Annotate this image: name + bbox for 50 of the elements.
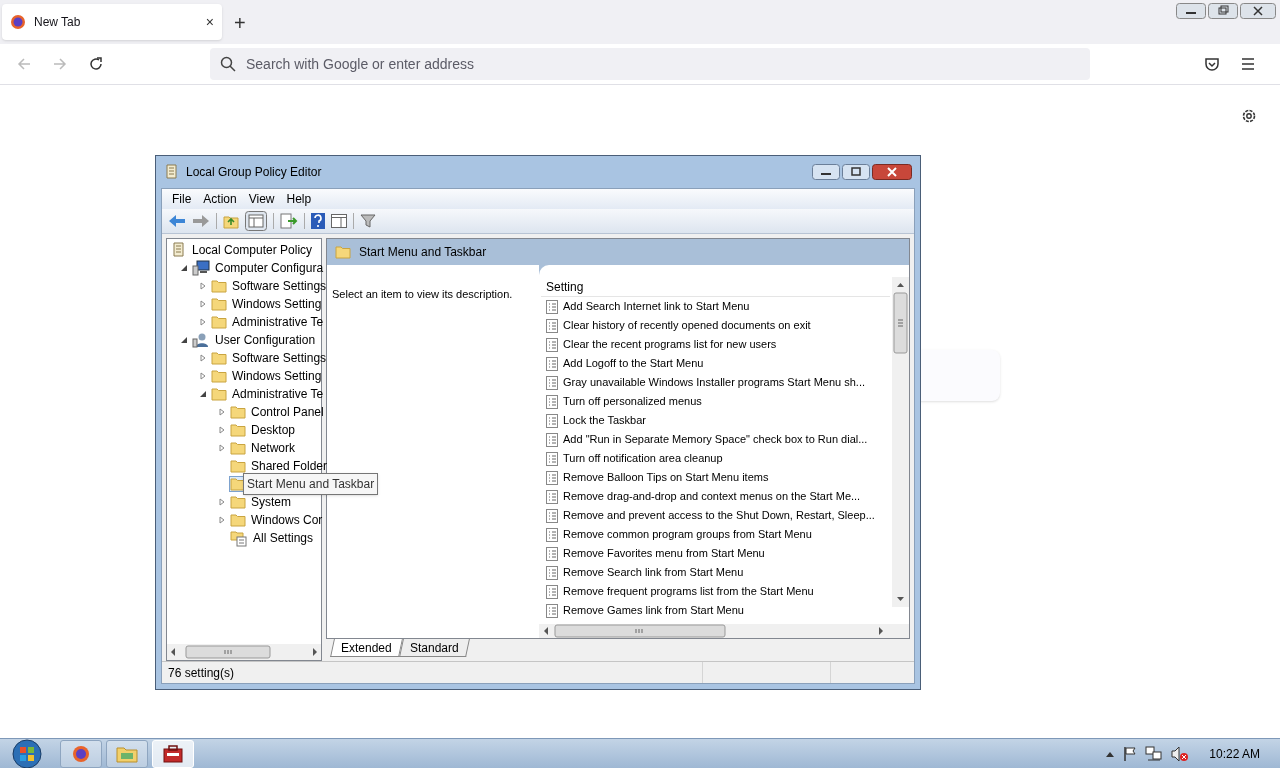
description-text: Select an item to view its description. [332,288,513,300]
menu-item[interactable]: File [166,190,198,208]
window-title: Local Group Policy Editor [186,164,322,181]
status-text: 76 setting(s) [167,664,236,682]
setting-name[interactable]: Remove frequent programs list from the Start Menu [563,583,814,600]
address-bar[interactable]: Search with Google or enter address [210,48,1090,80]
new-tab-button[interactable]: + [234,8,246,38]
pane-title: Start Menu and Taskbar [359,244,487,261]
setting-name[interactable]: Remove Favorites menu from Start Menu [563,545,765,562]
tree-item[interactable]: Administrative Te [231,385,325,403]
setting-name[interactable]: Remove Games link from Start Menu [563,602,744,619]
tree-item[interactable]: Windows Cor [250,511,324,529]
tree-item[interactable]: System [250,493,292,511]
setting-name[interactable]: Clear history of recently opened documents on exit [563,317,811,334]
menu-item[interactable]: Help [280,190,318,208]
setting-name[interactable]: Turn off notification area cleanup [563,450,723,467]
setting-name[interactable]: Remove Search link from Start Menu [563,564,744,581]
tree-item[interactable]: Computer Configura [214,259,325,277]
tree-item[interactable]: User Configuration [214,331,317,349]
close-tab-icon[interactable]: × [205,11,214,33]
menu-item[interactable]: View [242,190,281,208]
tree-item[interactable]: Desktop [250,421,297,439]
tree-item[interactable]: Local Computer Policy [191,241,314,259]
browser-tab[interactable]: New Tab × [2,4,222,40]
setting-name[interactable]: Add Search Internet link to Start Menu [563,298,750,315]
tree-item[interactable]: Shared Folder [250,457,329,475]
menu-item[interactable]: Action [197,190,243,208]
view-tab[interactable]: Extended [330,639,403,657]
tree-item[interactable]: Windows Setting [231,367,323,385]
setting-name[interactable]: Remove and prevent access to the Shut Down, Restart, Sleep... [563,507,875,524]
setting-name[interactable]: Remove common program groups from Start Menu [563,526,812,543]
tree-item[interactable]: Control Panel [250,403,325,421]
tree-item[interactable]: Administrative Te [231,313,325,331]
setting-name[interactable]: Clear the recent programs list for new users [563,336,777,353]
setting-name[interactable]: Remove drag-and-drop and context menus on the Start Me... [563,488,861,505]
setting-name[interactable]: Add "Run in Separate Memory Space" check box to Run dial... [563,431,868,448]
setting-name[interactable]: Remove Balloon Tips on Start Menu items [563,469,769,486]
tree-item[interactable]: Windows Setting [231,295,323,313]
tree-item[interactable]: Software Settings [231,277,328,295]
setting-name[interactable]: Lock the Taskbar [563,412,646,429]
tree-item[interactable]: Network [250,439,296,457]
clock[interactable]: 10:22 AM [1209,744,1260,763]
view-tab[interactable]: Standard [398,639,470,657]
column-header[interactable]: Setting [541,277,890,297]
tree-item[interactable]: Software Settings [231,349,328,367]
tree-item[interactable]: All Settings [252,529,315,547]
setting-name[interactable]: Gray unavailable Windows Installer programs Start Menu sh... [563,374,866,391]
setting-name[interactable]: Add Logoff to the Start Menu [563,355,704,372]
tooltip: Start Menu and Taskbar [243,473,379,495]
setting-name[interactable]: Turn off personalized menus [563,393,702,410]
